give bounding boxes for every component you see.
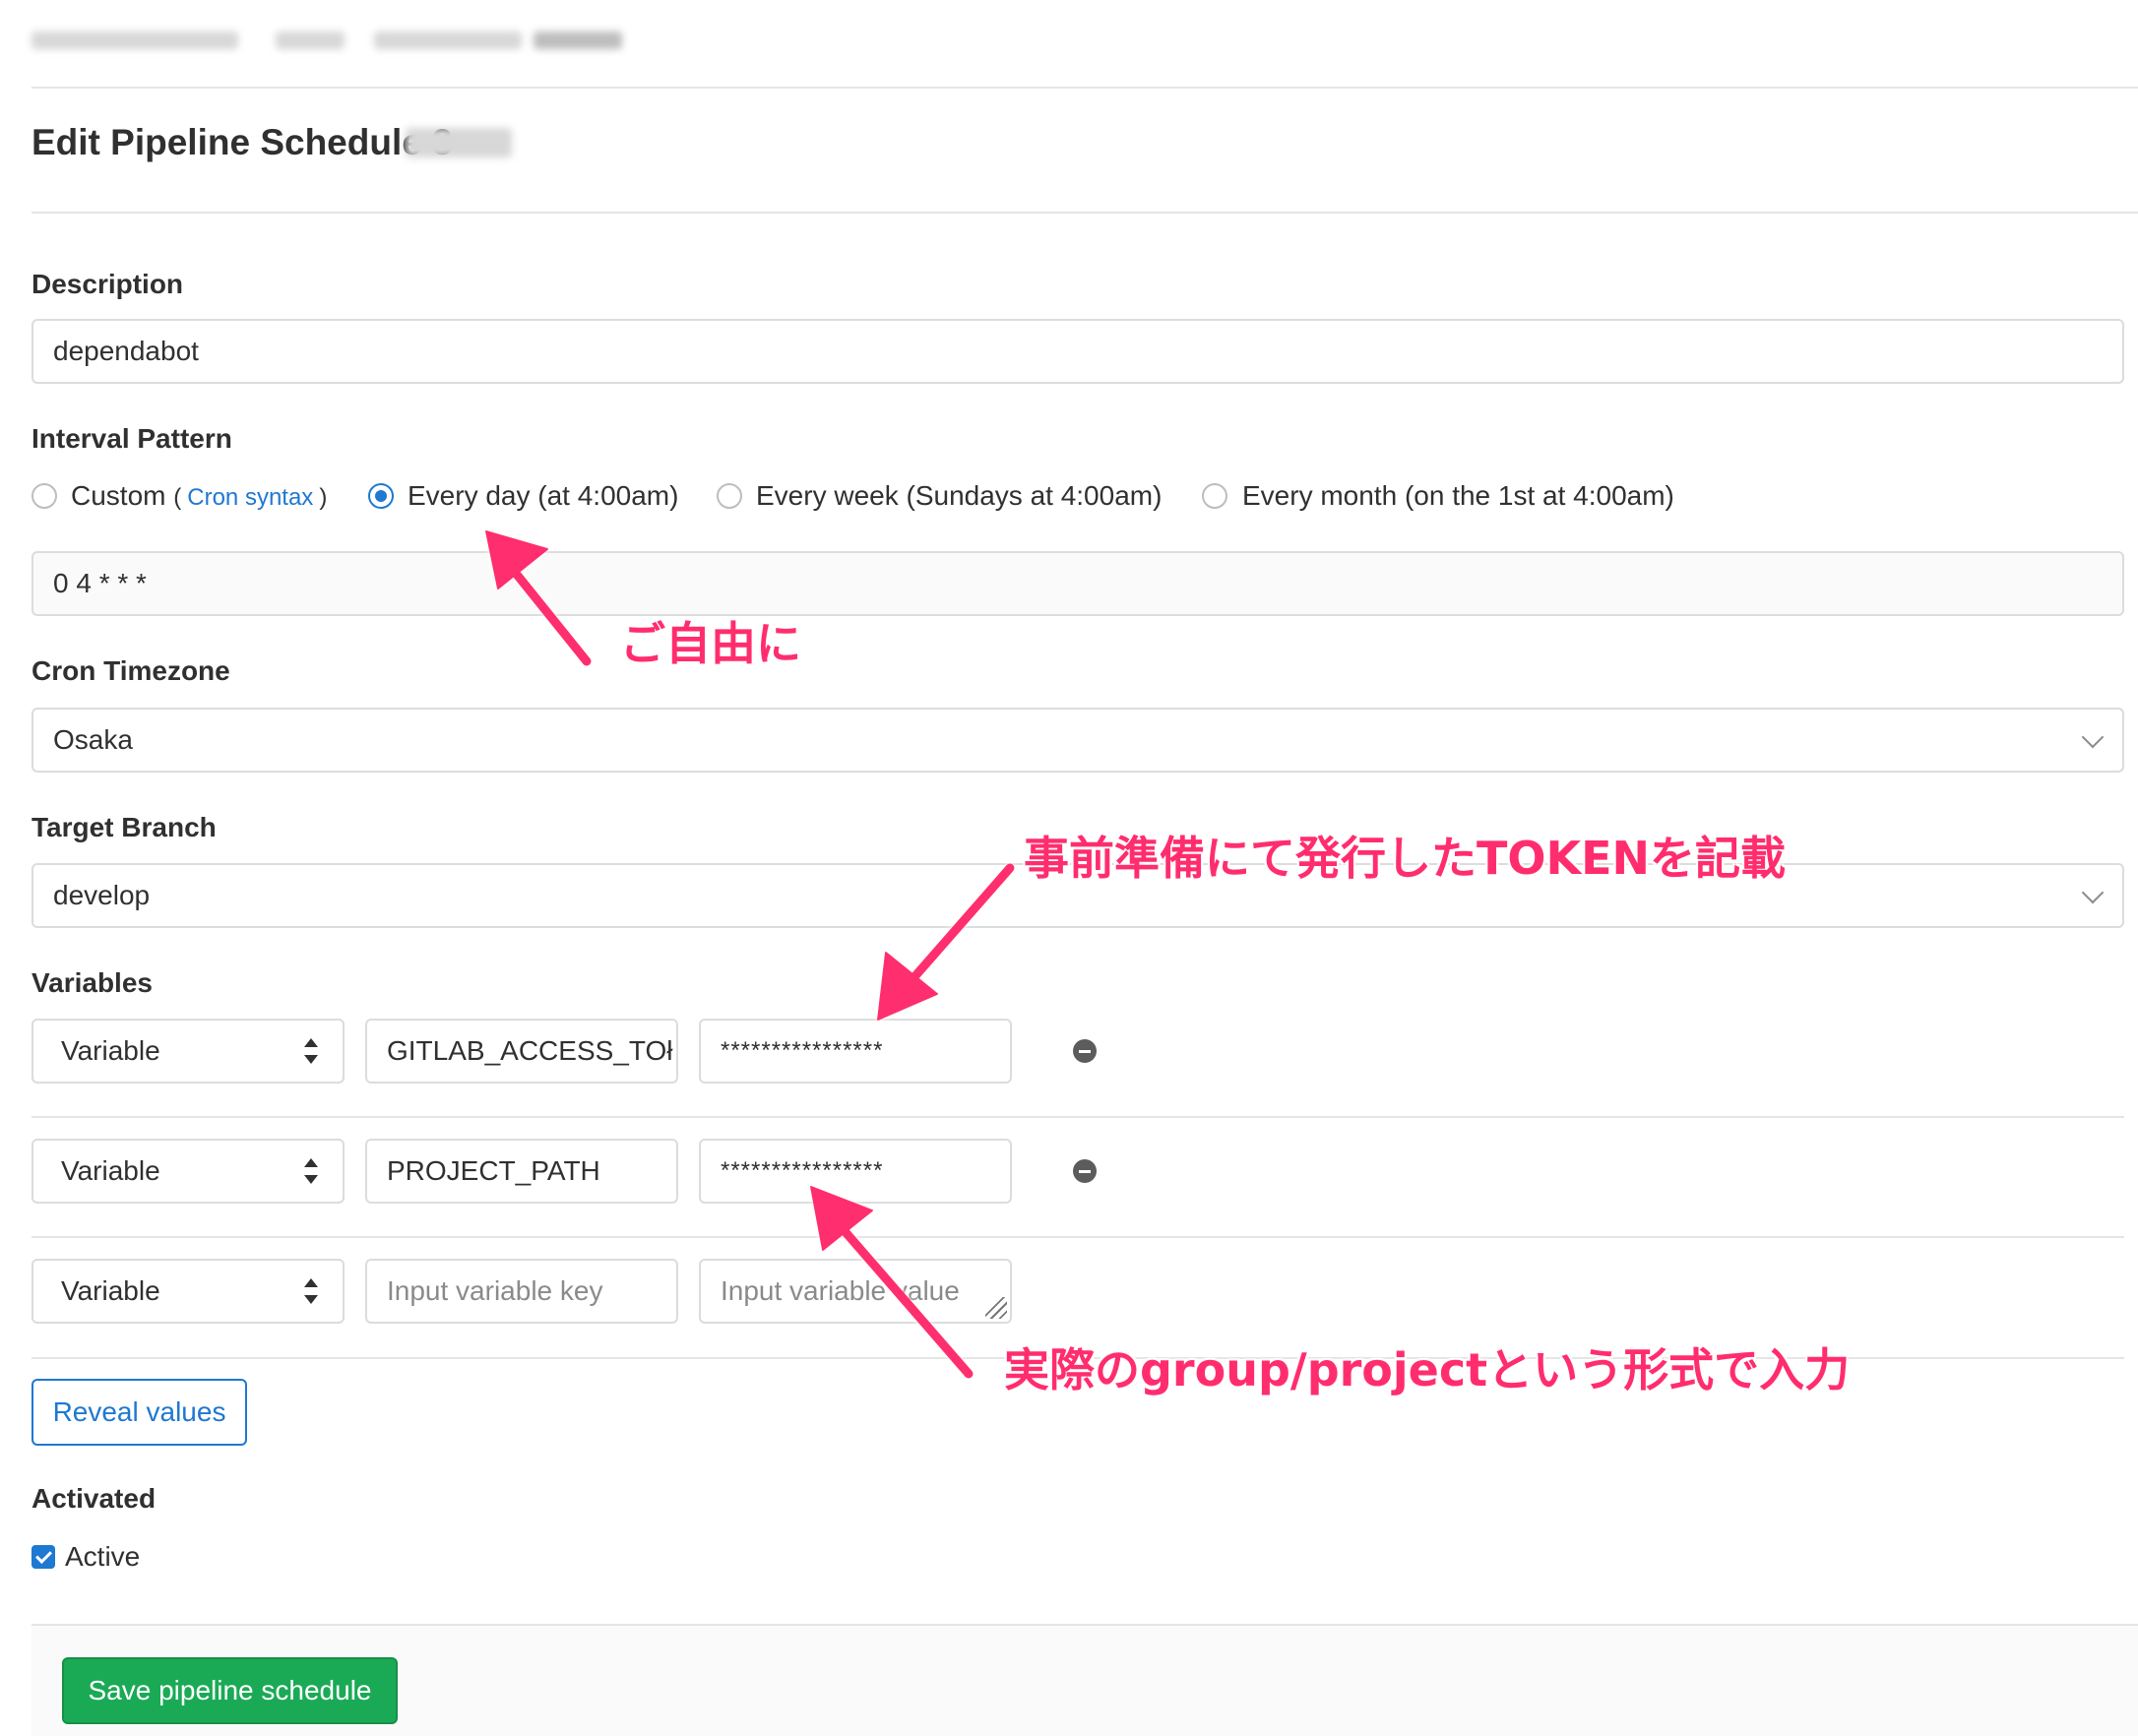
annotation-arrow-1 <box>505 561 592 666</box>
annotation-text-3: 実際のgroup/projectという形式で入力 <box>1004 1343 1851 1396</box>
annotation-arrow-3 <box>834 1219 974 1379</box>
annotation-arrow-2 <box>901 863 1015 992</box>
annotation-arrow-head-3 <box>810 1186 873 1251</box>
annotation-text-2: 事前準備にて発行したTOKENを記載 <box>1024 832 1787 885</box>
annotation-text-1: ご自由に <box>620 617 801 670</box>
